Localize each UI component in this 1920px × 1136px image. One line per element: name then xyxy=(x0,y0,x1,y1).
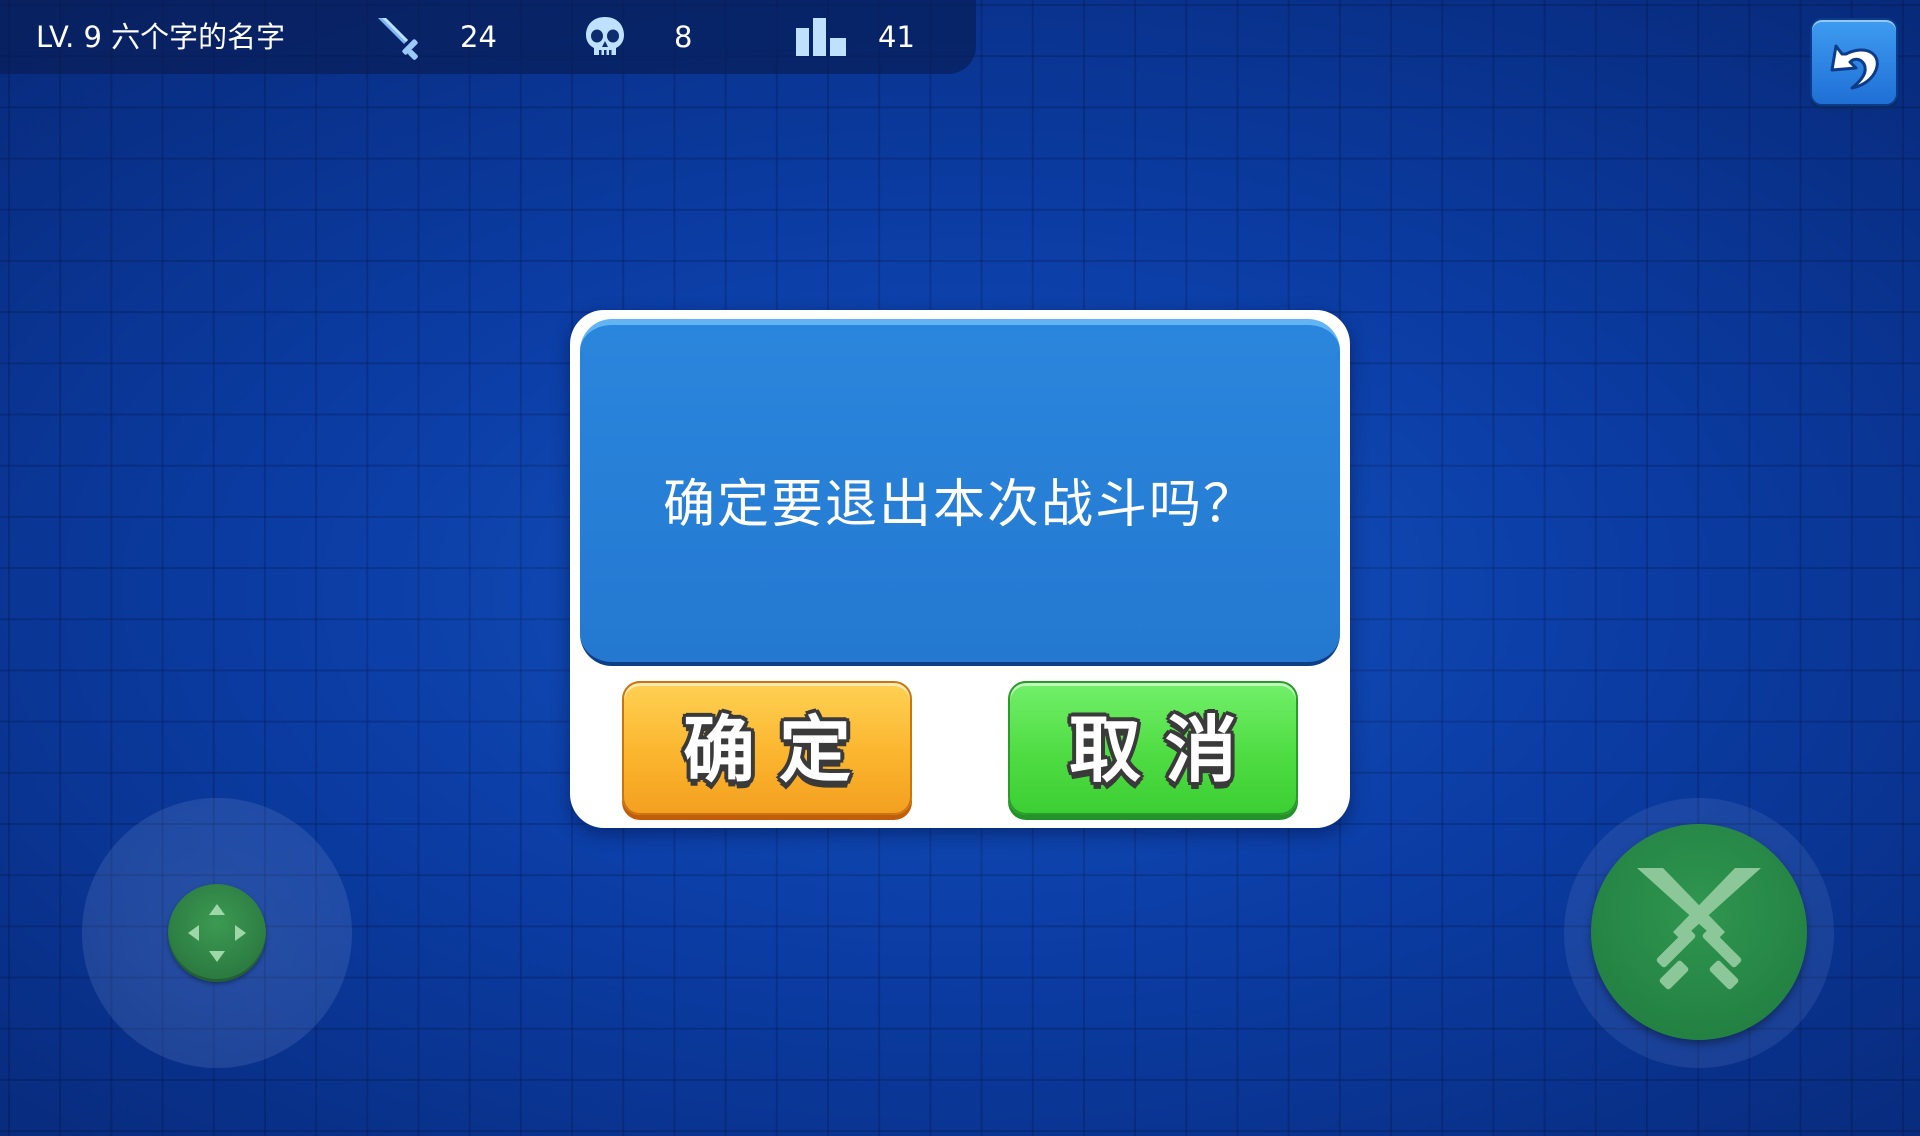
back-arrow-icon xyxy=(1830,44,1879,90)
dialog-message: 确定要退出本次战斗吗？ xyxy=(662,475,1257,535)
score-count: 41 xyxy=(878,20,915,54)
deaths-count: 8 xyxy=(674,20,693,54)
cancel-button[interactable]: 取消 xyxy=(1008,681,1298,815)
top-hud: LV. 9 六个字的名字 24 8 41 xyxy=(0,0,976,74)
confirm-button[interactable]: 确定 xyxy=(622,681,912,815)
player-level-name: LV. 9 六个字的名字 xyxy=(36,20,286,54)
kills-count: 24 xyxy=(460,20,497,54)
skull-icon xyxy=(582,14,628,64)
bar-chart-icon xyxy=(794,14,850,62)
exit-dialog: 确定要退出本次战斗吗？ 确定 取消 xyxy=(570,310,1350,828)
sword-icon xyxy=(374,14,426,66)
attack-button[interactable] xyxy=(1591,824,1807,1040)
dialog-message-panel: 确定要退出本次战斗吗？ xyxy=(580,319,1340,666)
joystick-knob[interactable] xyxy=(168,884,266,982)
dpad-icon xyxy=(188,904,246,962)
back-button[interactable] xyxy=(1810,18,1898,106)
crossed-swords-icon xyxy=(1637,868,1761,990)
